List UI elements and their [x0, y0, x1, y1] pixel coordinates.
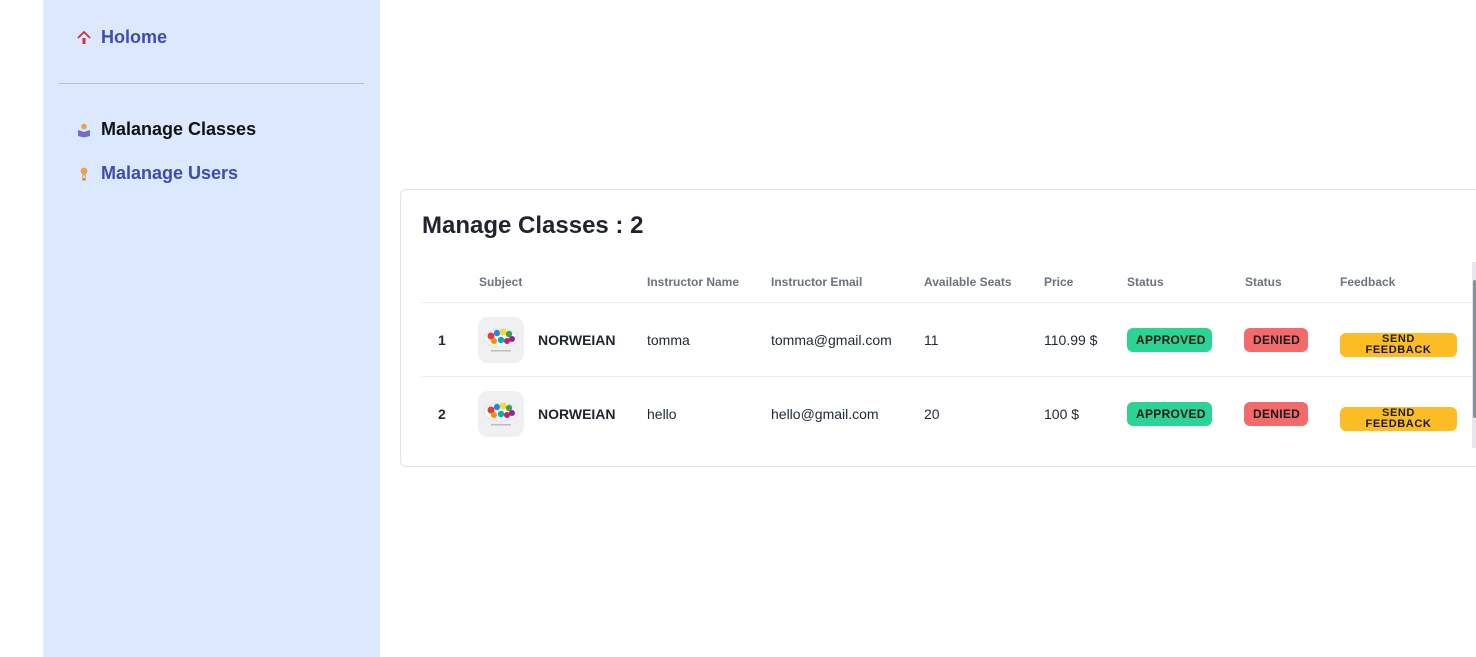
column-header-available-seats: Available Seats	[924, 275, 1012, 289]
classroom-icon	[75, 121, 93, 139]
column-header-subject: Subject	[479, 275, 523, 289]
class-thumbnail	[478, 377, 524, 450]
column-header-instructor-email: Instructor Email	[771, 275, 863, 289]
send-feedback-button[interactable]: SEND FEEDBACK	[1340, 332, 1457, 357]
class-image	[478, 316, 524, 363]
subject-name: NORWEIAN	[538, 331, 616, 348]
column-header-feedback: Feedback	[1340, 275, 1396, 289]
home-icon	[75, 29, 93, 47]
row-index: 2	[438, 405, 446, 422]
deny-button-cell: DENIED	[1244, 303, 1308, 376]
available-seats: 20	[924, 405, 940, 422]
feedback-label-line2: FEEDBACK	[1365, 344, 1432, 356]
send-feedback-button[interactable]: SEND FEEDBACK	[1340, 406, 1457, 431]
table-row: 1 NORWEIAN tomma tomma@gmail.com 11 110.…	[421, 303, 1476, 377]
deny-button-cell: DENIED	[1244, 377, 1308, 450]
sidebar-item-manage-users[interactable]: Malanage Users	[75, 163, 238, 184]
column-header-instructor-name: Instructor Name	[647, 275, 740, 289]
class-thumbnail	[478, 303, 524, 376]
class-image	[478, 390, 524, 437]
instructor-name: tomma	[647, 331, 690, 348]
column-header-price: Price	[1044, 275, 1074, 289]
instructor-email: hello@gmail.com	[771, 405, 879, 422]
approve-button-cell: APPROVED	[1127, 377, 1212, 450]
row-index: 1	[438, 331, 446, 348]
approved-badge[interactable]: APPROVED	[1127, 401, 1212, 426]
price: 100 $	[1044, 405, 1080, 422]
user-icon	[75, 165, 93, 183]
feedback-cell: SEND FEEDBACK	[1340, 377, 1457, 450]
table-row: 2 NORWEIAN hello hello@gmail.com 20 100 …	[421, 377, 1476, 450]
sidebar: Holome Malanage Classes Malanage Users	[43, 0, 380, 657]
instructor-email: tomma@gmail.com	[771, 331, 892, 348]
price: 110.99 $	[1044, 331, 1098, 348]
approved-badge[interactable]: APPROVED	[1127, 327, 1212, 352]
column-header-status: Status	[1127, 275, 1164, 289]
sidebar-item-manage-classes[interactable]: Malanage Classes	[75, 119, 256, 140]
denied-badge[interactable]: DENIED	[1244, 401, 1308, 426]
sidebar-item-label: Holome	[101, 27, 168, 47]
instructor-name: hello	[647, 405, 677, 422]
subject-name: NORWEIAN	[538, 405, 616, 422]
sidebar-divider	[59, 83, 364, 84]
page-title: Manage Classes : 2	[422, 212, 644, 239]
approve-button-cell: APPROVED	[1127, 303, 1212, 376]
available-seats: 11	[924, 331, 939, 348]
manage-classes-card: Manage Classes : 2 Subject Instructor Na…	[400, 189, 1476, 467]
column-header-status-2: Status	[1245, 275, 1282, 289]
denied-badge[interactable]: DENIED	[1244, 327, 1308, 352]
feedback-cell: SEND FEEDBACK	[1340, 303, 1457, 376]
sidebar-item-label: Malanage Classes	[101, 119, 257, 139]
sidebar-item-label: Malanage Users	[101, 163, 239, 183]
feedback-label-line2: FEEDBACK	[1365, 418, 1432, 430]
sidebar-item-home[interactable]: Holome	[75, 27, 167, 48]
